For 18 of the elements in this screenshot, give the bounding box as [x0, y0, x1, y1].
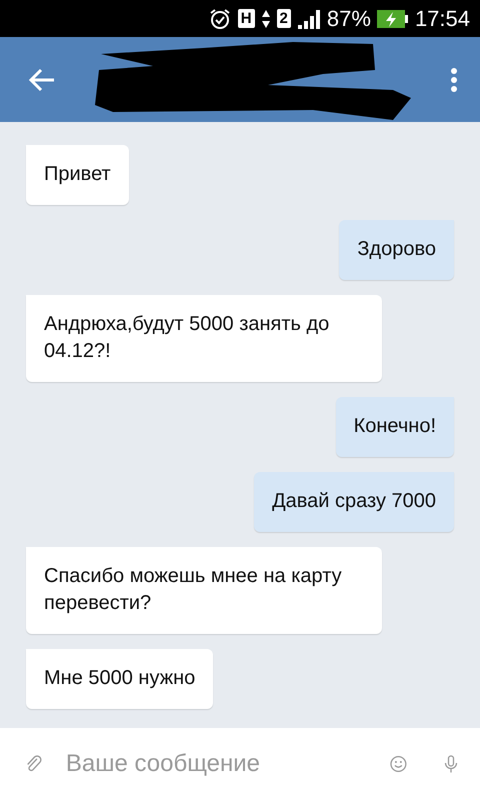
clock-time: 17:54 — [414, 6, 470, 32]
battery-charging-icon — [376, 8, 409, 28]
message-field[interactable]: Ваше сообщение — [56, 750, 376, 778]
message-bubble: Спасибо можешь мнее на карту перевести? — [26, 547, 382, 634]
back-icon[interactable] — [28, 68, 56, 92]
sim-indicator: 2 — [276, 9, 291, 28]
signal-icon — [296, 8, 321, 28]
network-type-indicator: H — [238, 9, 255, 28]
data-arrows-icon — [260, 8, 271, 28]
message-bubble: Мне 5000 нужно — [26, 649, 214, 709]
message-bubble: Здорово — [339, 220, 454, 280]
message-bubble: Конечно! — [336, 397, 454, 457]
alarm-clock-icon — [208, 6, 232, 30]
message-bubble: Давай сразу 7000 — [254, 472, 454, 532]
message-bubble: Привет — [26, 145, 129, 205]
message-bubble: Андрюха,будут 5000 занять до 04.12?! — [26, 295, 382, 382]
more-icon[interactable] — [450, 66, 458, 92]
battery-percentage: 87% — [326, 6, 371, 32]
